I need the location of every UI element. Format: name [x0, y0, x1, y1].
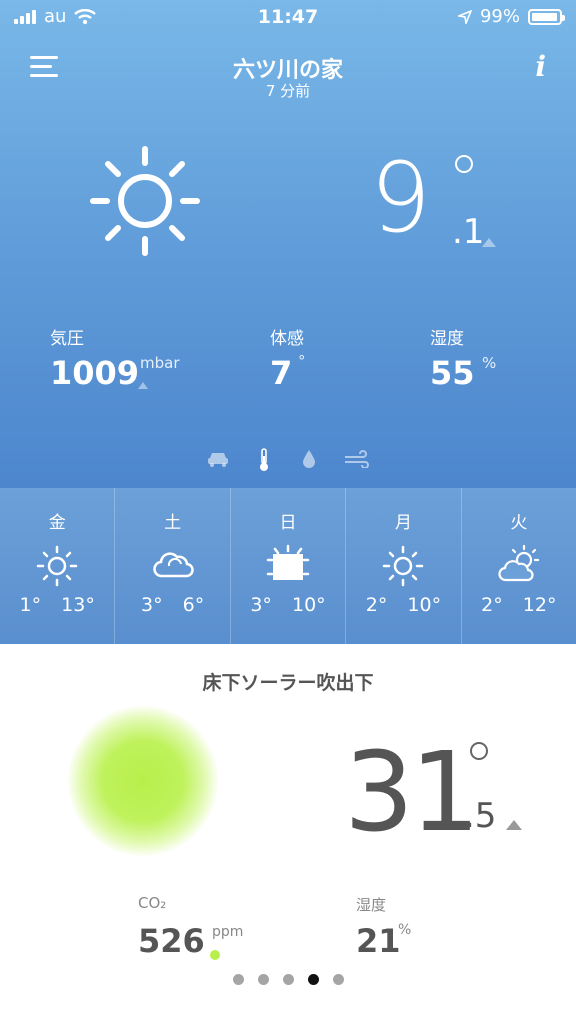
day-name: 日 [279, 513, 297, 533]
co2-status-dot [210, 950, 220, 960]
pressure-unit: mbar [140, 354, 180, 372]
humidity-value: 55 [430, 354, 475, 392]
snow-sun-icon [266, 544, 310, 580]
indoor-humidity-label: 湿度 [356, 896, 387, 914]
mode-switcher [0, 448, 576, 472]
day-name: 火 [510, 513, 528, 533]
degree-symbol [470, 742, 488, 760]
sun-icon [90, 146, 200, 256]
indoor-temperature-trend-icon [506, 820, 522, 830]
page-dot[interactable] [282, 974, 294, 985]
indoor-humidity-value: 21 [356, 922, 401, 960]
min-temp: 3° [250, 594, 272, 616]
battery-percent: 99% [479, 6, 520, 27]
last-update: 7 分前 [265, 82, 311, 100]
min-temp: 1° [19, 594, 42, 616]
forecast-day[interactable]: 金 1° 13° [0, 488, 116, 644]
outdoor-temperature: 9 [370, 142, 431, 254]
status-bar: au 11:47 99% [0, 0, 576, 34]
max-temp: 12° [522, 594, 557, 616]
car-icon[interactable] [207, 450, 229, 468]
pressure-value: 1009 [50, 354, 140, 392]
battery-icon [528, 8, 565, 25]
indoor-temperature: 31 [344, 728, 480, 856]
day-name: 土 [164, 513, 182, 533]
location-arrow-icon [457, 9, 472, 24]
module-name: 床下ソーラー吹出下 [202, 672, 374, 694]
forecast-day[interactable]: 土 3° 6° [115, 488, 231, 644]
co2-unit: ppm [212, 924, 244, 940]
thermometer-icon[interactable] [258, 448, 270, 472]
sun-icon [36, 545, 78, 587]
cloud-icon [152, 552, 194, 578]
max-temp: 10° [291, 594, 326, 616]
temperature-trend-icon [482, 238, 496, 247]
feels-like-label: 体感 [270, 329, 304, 349]
pressure-trend-icon [138, 382, 148, 389]
page-dot[interactable] [257, 974, 269, 985]
partly-cloudy-icon [498, 544, 539, 582]
max-temp: 6° [182, 594, 205, 616]
sun-icon [383, 545, 424, 587]
air-quality-indicator [68, 706, 218, 856]
humidity-unit: % [482, 354, 497, 372]
page-dot[interactable] [332, 974, 344, 985]
max-temp: 10° [407, 594, 442, 616]
forecast-strip: 金 1° 13° 土 3° 6° 日 3° 10° 月 2° 10° 火 2° … [0, 488, 576, 644]
degree-symbol [455, 155, 473, 173]
day-name: 金 [48, 513, 66, 533]
min-temp: 2° [365, 594, 388, 616]
co2-value: 526 [138, 922, 205, 960]
feels-like-unit: ° [298, 352, 306, 370]
humidity-label: 湿度 [430, 329, 464, 349]
wind-icon[interactable] [344, 450, 370, 468]
pressure-label: 気圧 [50, 329, 84, 349]
co2-label: CO₂ [138, 894, 167, 912]
feels-like-value: 7 [270, 354, 293, 392]
page-dot[interactable] [307, 974, 319, 985]
outdoor-panel: au 11:47 99% i 六ツ川の家 7 分前 9 .1 気圧 1009 m… [0, 0, 576, 488]
min-temp: 2° [481, 594, 503, 616]
max-temp: 13° [61, 594, 95, 616]
forecast-day[interactable]: 日 3° 10° [231, 488, 347, 644]
page-indicator [0, 974, 576, 988]
drop-icon[interactable] [302, 449, 316, 469]
day-name: 月 [394, 513, 412, 533]
page-dot[interactable] [232, 974, 244, 985]
indoor-humidity-unit: % [398, 922, 412, 938]
forecast-day[interactable]: 火 2° 12° [462, 488, 576, 644]
forecast-day[interactable]: 月 2° 10° [346, 488, 462, 644]
indoor-temperature-decimal: .5 [464, 796, 497, 836]
outdoor-temperature-decimal: .1 [452, 212, 485, 252]
min-temp: 3° [140, 594, 163, 616]
